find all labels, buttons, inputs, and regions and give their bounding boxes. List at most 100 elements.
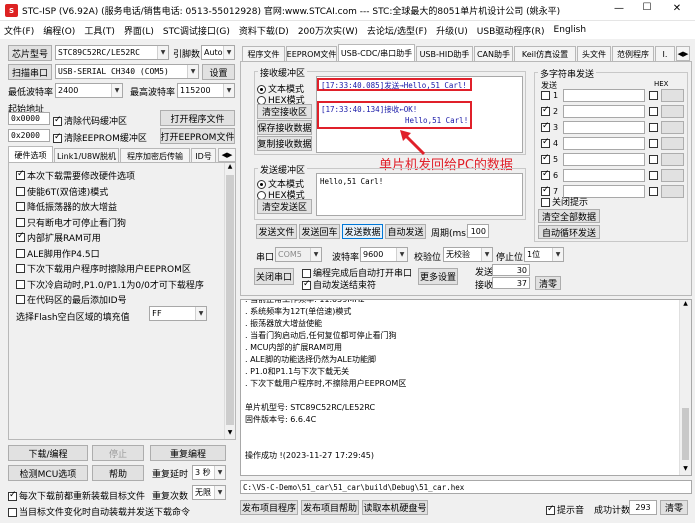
tab-right-7[interactable]: 范例程序 bbox=[612, 46, 654, 61]
tab-right-6[interactable]: 头文件 bbox=[577, 46, 611, 61]
hardware-option-6[interactable]: 下次下载用户程序时擦除用户EEPROM区 bbox=[16, 262, 191, 275]
tab-hardware-options[interactable]: 硬件选项 bbox=[8, 146, 53, 163]
publish-help-button[interactable]: 发布项目帮助 bbox=[301, 500, 359, 515]
serial-port-select[interactable]: COM5 ▼ bbox=[275, 247, 322, 262]
checkbox-icon[interactable] bbox=[541, 137, 550, 148]
repeat-delay-select[interactable]: 3 秒 ▼ bbox=[192, 465, 226, 480]
chip-model-select[interactable]: STC89C52RC/LE52RC ▼ bbox=[55, 45, 169, 60]
tab-scroll-arrows[interactable]: ◀▶ bbox=[218, 148, 236, 162]
send-data-button[interactable]: 发送数据 bbox=[342, 224, 383, 239]
menu-item-3[interactable]: 界面(L) bbox=[124, 24, 154, 37]
menu-item-2[interactable]: 工具(T) bbox=[84, 24, 115, 37]
hardware-option-4[interactable]: 内部扩展RAM可用 bbox=[16, 231, 101, 244]
multi-string-input[interactable] bbox=[563, 121, 645, 134]
log-output[interactable]: . 当前正常工作频率: 11.059MHz . 系统频率为12T(单倍速)模式 … bbox=[240, 299, 692, 476]
tab-right-0[interactable]: 程序文件 bbox=[242, 46, 285, 61]
tab-encrypted-transfer[interactable]: 程序加密后传输 bbox=[120, 148, 190, 163]
row-send-button[interactable] bbox=[661, 169, 684, 182]
download-program-button[interactable]: 下载/编程 bbox=[8, 445, 88, 461]
tab-right-4[interactable]: CAN助手 bbox=[474, 46, 513, 61]
checkbox-icon[interactable] bbox=[541, 121, 550, 132]
tab-scroll-arrows[interactable]: ◀▶ bbox=[676, 46, 690, 61]
menu-item-1[interactable]: 编程(O) bbox=[43, 24, 75, 37]
read-disk-id-button[interactable]: 读取本机硬盘号 bbox=[362, 500, 428, 515]
save-receive-button[interactable]: 保存接收数据 bbox=[257, 120, 312, 135]
more-settings-button[interactable]: 更多设置 bbox=[418, 268, 458, 285]
auto-load-on-change-checkbox[interactable]: 当目标文件变化时自动装载并发送下载命令 bbox=[8, 505, 190, 518]
checkbox-icon[interactable] bbox=[541, 105, 550, 116]
row-send-button[interactable] bbox=[661, 121, 684, 134]
max-baud-select[interactable]: 115200 ▼ bbox=[177, 83, 235, 98]
row-send-button[interactable] bbox=[661, 153, 684, 166]
clear-receive-button[interactable]: 清空接收区 bbox=[257, 104, 312, 119]
parity-select[interactable]: 无校验 ▼ bbox=[443, 247, 493, 262]
checkbox-icon[interactable] bbox=[541, 169, 550, 180]
menu-item-8[interactable]: 升级(U) bbox=[436, 24, 468, 37]
send-textarea[interactable]: Hello,51 Carl! bbox=[316, 173, 523, 216]
scan-port-button[interactable]: 扫描串口 bbox=[8, 64, 52, 80]
close-button[interactable]: ✕ bbox=[668, 3, 686, 14]
menu-item-0[interactable]: 文件(F) bbox=[4, 24, 34, 37]
maximize-button[interactable]: ☐ bbox=[638, 2, 656, 13]
detect-mcu-options-button[interactable]: 检测MCU选项 bbox=[8, 465, 88, 481]
stop-bits-select[interactable]: 1位 ▼ bbox=[524, 247, 564, 262]
auto-loop-send-button[interactable]: 自动循环发送 bbox=[538, 225, 600, 239]
hex-checkbox[interactable] bbox=[649, 139, 658, 148]
hex-checkbox[interactable] bbox=[649, 187, 658, 196]
tab-right-8[interactable]: I. bbox=[655, 46, 675, 61]
min-baud-select[interactable]: 2400 ▼ bbox=[55, 83, 123, 98]
hardware-option-5[interactable]: ALE脚用作P4.5口 bbox=[16, 247, 100, 260]
menu-item-6[interactable]: 200万次实(W) bbox=[298, 24, 358, 37]
hardware-option-2[interactable]: 降低振荡器的放大增益 bbox=[16, 200, 117, 213]
multi-string-input[interactable] bbox=[563, 105, 645, 118]
hex-checkbox[interactable] bbox=[649, 107, 658, 116]
help-button[interactable]: 帮助 bbox=[92, 465, 144, 481]
clear-eeprom-buffer-checkbox[interactable]: 清除EEPROM缓冲区 bbox=[53, 131, 147, 144]
hardware-option-0[interactable]: 本次下载需要修改硬件选项 bbox=[16, 169, 135, 182]
send-file-button[interactable]: 发送文件 bbox=[256, 224, 297, 239]
publish-program-button[interactable]: 发布项目程序 bbox=[240, 500, 298, 515]
copy-receive-button[interactable]: 复制接收数据 bbox=[257, 136, 312, 151]
hex-checkbox[interactable] bbox=[649, 171, 658, 180]
menu-item-7[interactable]: 去论坛/选型(F) bbox=[367, 24, 427, 37]
checkbox-icon[interactable] bbox=[541, 91, 550, 100]
open-program-file-button[interactable]: 打开程序文件 bbox=[160, 110, 235, 126]
stop-button[interactable]: 停止 bbox=[92, 445, 144, 461]
sound-hint-checkbox[interactable]: 提示音 bbox=[546, 503, 584, 516]
row-send-button[interactable] bbox=[661, 137, 684, 150]
clear-counter-button[interactable]: 清零 bbox=[535, 276, 561, 290]
reload-before-download-checkbox[interactable]: 每次下载前都重新装载目标文件 bbox=[8, 489, 145, 502]
hardware-option-8[interactable]: 在代码区的最后添加ID号 bbox=[16, 293, 127, 306]
hex-checkbox[interactable] bbox=[649, 123, 658, 132]
settings-button[interactable]: 设置 bbox=[202, 64, 235, 80]
close-port-button[interactable]: 关闭串口 bbox=[254, 268, 294, 285]
chip-model-button[interactable]: 芯片型号 bbox=[8, 45, 52, 61]
row-send-button[interactable] bbox=[661, 105, 684, 118]
eeprom-address-input[interactable]: 0x2000 bbox=[8, 129, 50, 142]
clear-send-button[interactable]: 清空发送区 bbox=[257, 199, 312, 214]
close-hint-checkbox[interactable]: 关闭提示 bbox=[541, 195, 588, 208]
tab-id-number[interactable]: ID号 bbox=[191, 148, 216, 163]
hardware-option-1[interactable]: 使能6T(双倍速)模式 bbox=[16, 185, 108, 198]
tab-right-3[interactable]: USB-HID助手 bbox=[416, 46, 473, 61]
tab-right-5[interactable]: Keil仿真设置 bbox=[514, 46, 576, 61]
menu-item-4[interactable]: STC调试接口(G) bbox=[163, 24, 230, 37]
port-select[interactable]: USB-SERIAL CH340 (COM5) ▼ bbox=[55, 64, 199, 79]
menu-item-9[interactable]: USB驱动程序(R) bbox=[477, 24, 545, 37]
repeat-program-button[interactable]: 重复编程 bbox=[150, 445, 226, 461]
period-input[interactable]: 100 bbox=[467, 224, 489, 238]
tab-right-2[interactable]: USB-CDC/串口助手 bbox=[338, 44, 415, 61]
multi-string-input[interactable] bbox=[563, 169, 645, 182]
hex-checkbox[interactable] bbox=[649, 155, 658, 164]
send-enter-button[interactable]: 发送回车 bbox=[299, 224, 340, 239]
row-send-button[interactable] bbox=[661, 89, 684, 102]
clear-code-buffer-checkbox[interactable]: 清除代码缓冲区 bbox=[53, 114, 127, 127]
minimize-button[interactable]: — bbox=[610, 3, 628, 14]
menu-item-10[interactable]: English bbox=[554, 25, 587, 35]
hardware-option-3[interactable]: 只有断电才可停止看门狗 bbox=[16, 216, 126, 229]
multi-string-input[interactable] bbox=[563, 137, 645, 150]
clear-success-count-button[interactable]: 清零 bbox=[660, 500, 688, 515]
options-scrollbar[interactable]: ▲ ▼ bbox=[224, 163, 235, 439]
hardware-option-7[interactable]: 下次冷启动时,P1.0/P1.1为0/0才可下载程序 bbox=[16, 278, 204, 291]
auto-send-button[interactable]: 自动发送 bbox=[385, 224, 426, 239]
